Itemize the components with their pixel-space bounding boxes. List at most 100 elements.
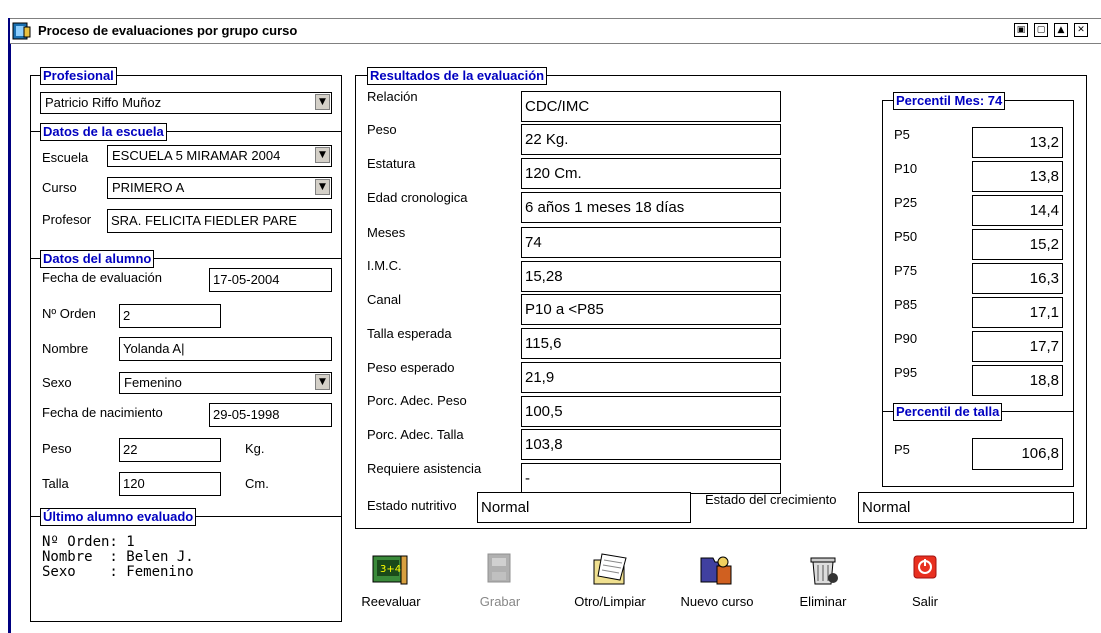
sexo-select[interactable]: Femenino ▼ (119, 372, 332, 394)
ultimo-nombre: Nombre : Belen J. (42, 549, 194, 565)
grabar-label: Grabar (479, 594, 521, 609)
nombre-field[interactable]: Yolanda A| (119, 337, 332, 361)
percentil-talla-label: P5 (894, 442, 910, 457)
otro-limpiar-button[interactable]: Otro/Limpiar (565, 548, 655, 609)
percentil-value-field[interactable]: 17,7 (972, 331, 1063, 362)
escuela-select[interactable]: ESCUELA 5 MIRAMAR 2004 ▼ (107, 145, 332, 167)
sexo-value: Femenino (124, 375, 182, 390)
chevron-down-icon[interactable]: ▼ (315, 147, 330, 163)
peso-unit: Kg. (245, 441, 265, 456)
result-label: Edad cronologica (367, 190, 468, 205)
profesional-select[interactable]: Patricio Riffo Muñoz ▼ (40, 92, 332, 114)
result-value-field[interactable]: 103,8 (521, 429, 781, 460)
result-value-field[interactable]: 22 Kg. (521, 124, 781, 155)
fecha-eval-field[interactable]: 17-05-2004 (209, 268, 332, 292)
ultimo-orden: Nº Orden: 1 (42, 534, 135, 550)
curso-select[interactable]: PRIMERO A ▼ (107, 177, 332, 199)
close-icon[interactable]: ✕ (1074, 23, 1088, 37)
grabar-icon (480, 548, 520, 588)
new-folder-icon (697, 548, 737, 588)
salir-button[interactable]: Salir (895, 548, 955, 609)
percentil-value-field[interactable]: 18,8 (972, 365, 1063, 396)
profesional-value: Patricio Riffo Muñoz (45, 95, 162, 110)
result-value-field[interactable]: - (521, 463, 781, 494)
result-label: Relación (367, 89, 418, 104)
window-titlebar[interactable]: Proceso de evaluaciones por grupo curso … (10, 18, 1101, 44)
percentil-talla-legend: Percentil de talla (893, 403, 1003, 421)
curso-label: Curso (42, 180, 77, 195)
fecha-eval-label: Fecha de evaluación (42, 270, 162, 285)
profesional-legend: Profesional (40, 67, 117, 85)
otro-limpiar-label: Otro/Limpiar (574, 594, 646, 609)
chevron-down-icon[interactable]: ▼ (315, 94, 330, 110)
percentil-value-field[interactable]: 17,1 (972, 297, 1063, 328)
estado-nutritivo-label: Estado nutritivo (367, 498, 457, 513)
result-value-field[interactable]: 21,9 (521, 362, 781, 393)
percentil-value-field[interactable]: 13,2 (972, 127, 1063, 158)
grabar-button[interactable]: Grabar (465, 548, 535, 609)
result-label: Estatura (367, 156, 416, 171)
escuela-legend: Datos de la escuela (40, 123, 167, 141)
result-value-field[interactable]: 100,5 (521, 396, 781, 427)
result-value-field[interactable]: 120 Cm. (521, 158, 781, 189)
estado-crecimiento-label: Estado del crecimiento (705, 492, 837, 507)
nuevo-curso-label: Nuevo curso (680, 594, 754, 609)
percentil-talla-field[interactable]: 106,8 (972, 438, 1063, 470)
trash-icon (803, 548, 843, 588)
estado-crecimiento-field[interactable]: Normal (858, 492, 1074, 523)
talla-unit: Cm. (245, 476, 269, 491)
percentil-value-field[interactable]: 15,2 (972, 229, 1063, 260)
eliminar-button[interactable]: Eliminar (788, 548, 858, 609)
talla-field[interactable]: 120 (119, 472, 221, 496)
percentil-mes-legend: Percentil Mes: 74 (893, 92, 1006, 110)
percentil-label: P75 (894, 263, 918, 278)
curso-value: PRIMERO A (112, 180, 185, 195)
resultados-legend: Resultados de la evaluación (367, 67, 548, 85)
result-value-field[interactable]: P10 a <P85 (521, 294, 781, 325)
escuela-label: Escuela (42, 150, 89, 165)
percentil-value-field[interactable]: 14,4 (972, 195, 1063, 226)
peso-field[interactable]: 22 (119, 438, 221, 462)
reevaluar-icon: 3+4 (371, 548, 411, 588)
nuevo-curso-button[interactable]: Nuevo curso (672, 548, 762, 609)
maximize-icon[interactable]: ▲ (1054, 23, 1068, 37)
fecha-nac-field[interactable]: 29-05-1998 (209, 403, 332, 427)
profesor-label: Profesor (42, 212, 92, 227)
result-value-field[interactable]: 74 (521, 227, 781, 258)
result-label: Requiere asistencia (367, 461, 482, 476)
svg-text:3+4: 3+4 (380, 564, 401, 575)
sexo-label: Sexo (42, 375, 72, 390)
peso-label: Peso (42, 441, 72, 456)
salir-label: Salir (911, 594, 938, 609)
window-left-border (8, 18, 11, 633)
profesor-field[interactable]: SRA. FELICITA FIEDLER PARE (107, 209, 332, 233)
reevaluar-label: Reevaluar (361, 594, 421, 609)
result-value-field[interactable]: 6 años 1 meses 18 días (521, 192, 781, 223)
talla-label: Talla (42, 476, 69, 491)
chevron-down-icon[interactable]: ▼ (315, 179, 330, 195)
app-icon (12, 21, 32, 41)
percentil-label: P90 (894, 331, 918, 346)
result-label: Canal (367, 292, 401, 307)
ultimo-sexo: Sexo : Femenino (42, 564, 194, 580)
result-value-field[interactable]: 115,6 (521, 328, 781, 359)
percentil-label: P85 (894, 297, 918, 312)
reevaluar-button[interactable]: 3+4 Reevaluar (356, 548, 426, 609)
result-label: Talla esperada (367, 326, 452, 341)
result-label: Peso (367, 122, 397, 137)
result-label: Meses (367, 225, 406, 240)
alumno-legend: Datos del alumno (40, 250, 155, 268)
percentil-value-field[interactable]: 16,3 (972, 263, 1063, 294)
result-value-field[interactable]: 15,28 (521, 261, 781, 292)
result-value-field[interactable]: CDC/IMC (521, 91, 781, 122)
eliminar-label: Eliminar (799, 594, 847, 609)
restore-icon[interactable]: ▣ (1014, 23, 1028, 37)
estado-nutritivo-field[interactable]: Normal (477, 492, 691, 523)
orden-field[interactable]: 2 (119, 304, 221, 328)
percentil-label: P50 (894, 229, 918, 244)
percentil-value-field[interactable]: 13,8 (972, 161, 1063, 192)
minimize-icon[interactable]: ▢ (1034, 23, 1048, 37)
chevron-down-icon[interactable]: ▼ (315, 374, 330, 390)
fecha-nac-label: Fecha de nacimiento (42, 405, 163, 420)
percentil-label: P25 (894, 195, 918, 210)
